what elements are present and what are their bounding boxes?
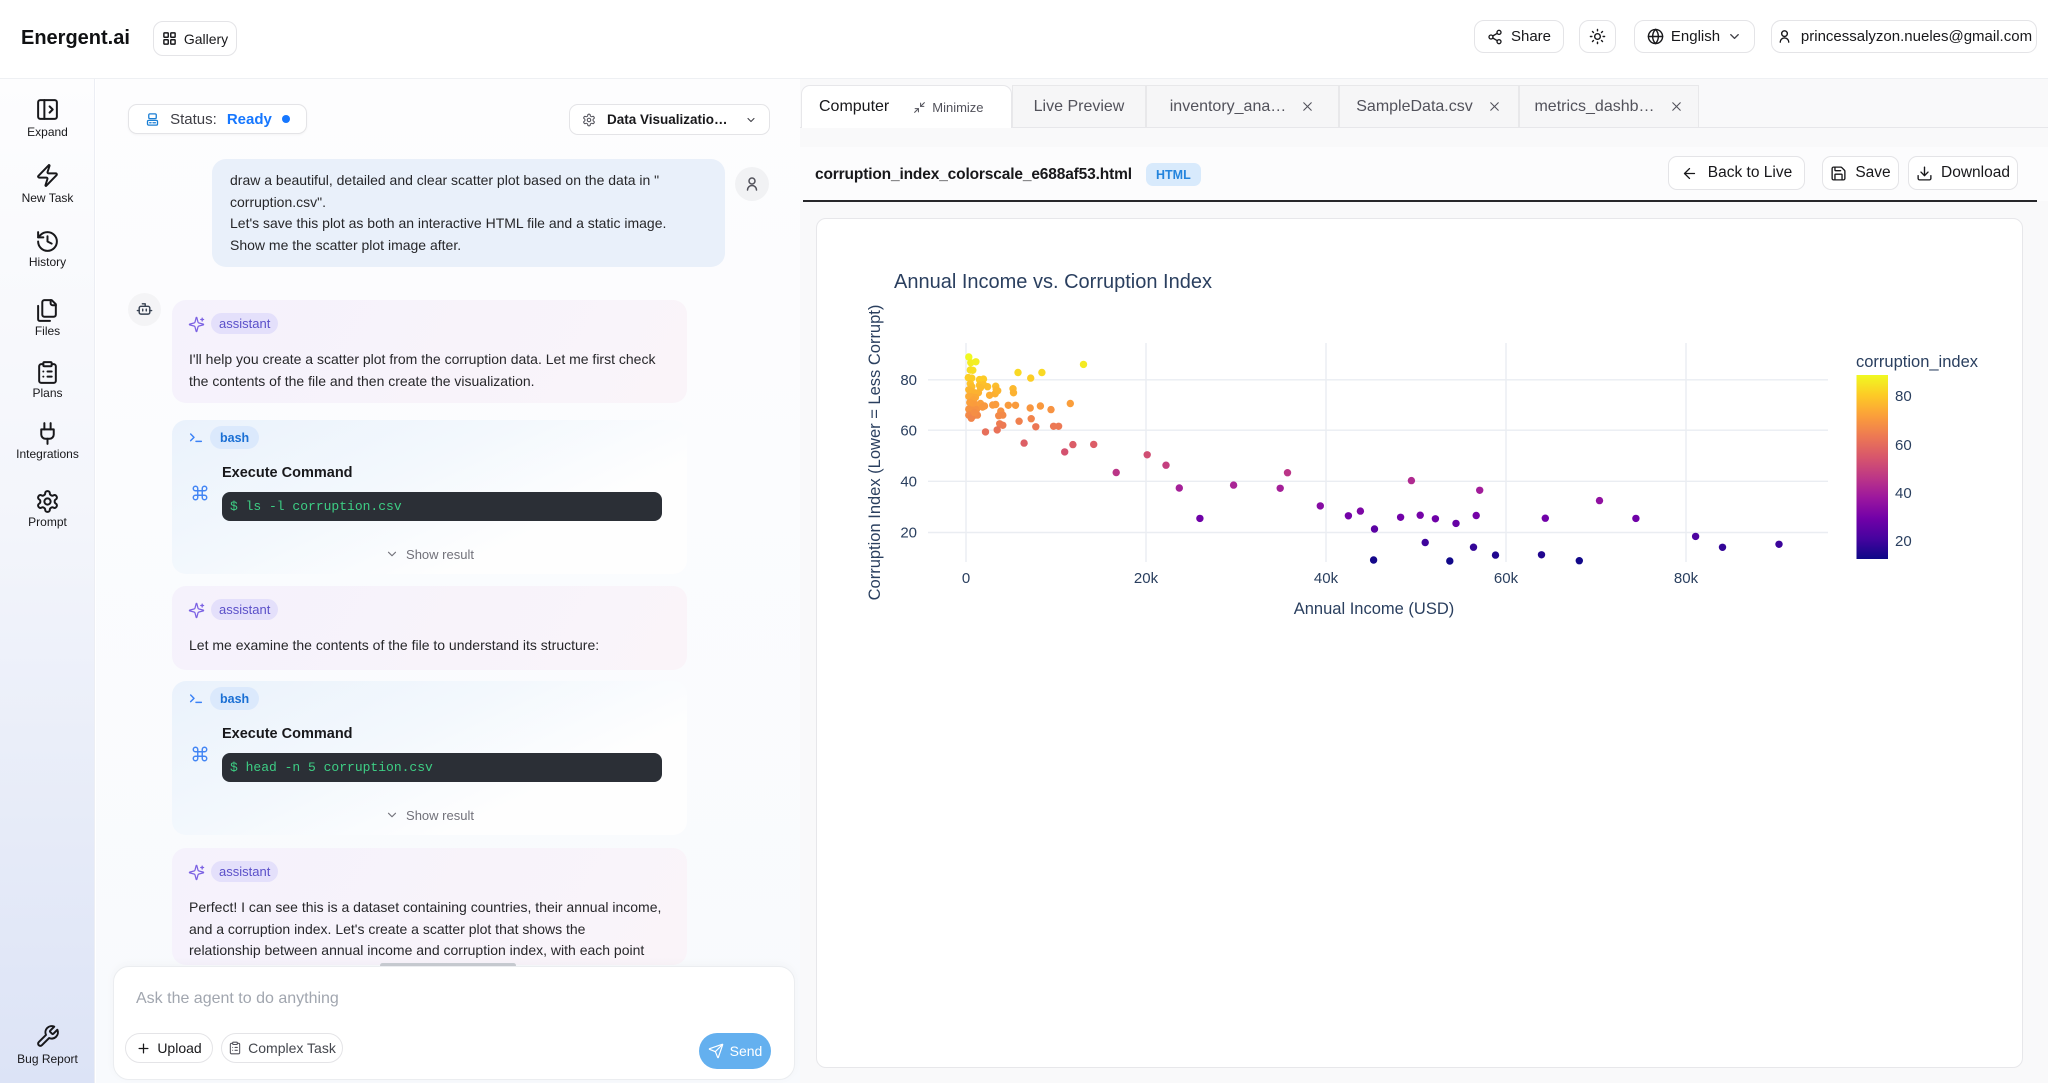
svg-text:40k: 40k	[1314, 570, 1339, 587]
svg-text:60: 60	[900, 422, 917, 439]
svg-text:Annual Income (USD): Annual Income (USD)	[1294, 600, 1454, 618]
svg-text:corruption_index: corruption_index	[1856, 353, 1979, 371]
svg-text:40: 40	[1895, 485, 1912, 502]
svg-text:20k: 20k	[1134, 570, 1159, 587]
svg-text:20: 20	[1895, 533, 1912, 550]
svg-text:0: 0	[962, 570, 970, 587]
svg-text:80k: 80k	[1674, 570, 1699, 587]
svg-text:80: 80	[900, 372, 917, 389]
svg-text:60k: 60k	[1494, 570, 1519, 587]
svg-text:60: 60	[1895, 437, 1912, 454]
svg-text:Annual Income vs. Corruption I: Annual Income vs. Corruption Index	[894, 271, 1212, 293]
svg-text:Corruption Index (Lower = Less: Corruption Index (Lower = Less Corrupt)	[866, 305, 884, 601]
svg-text:80: 80	[1895, 388, 1912, 405]
svg-text:20: 20	[900, 525, 917, 542]
svg-text:40: 40	[900, 474, 917, 491]
